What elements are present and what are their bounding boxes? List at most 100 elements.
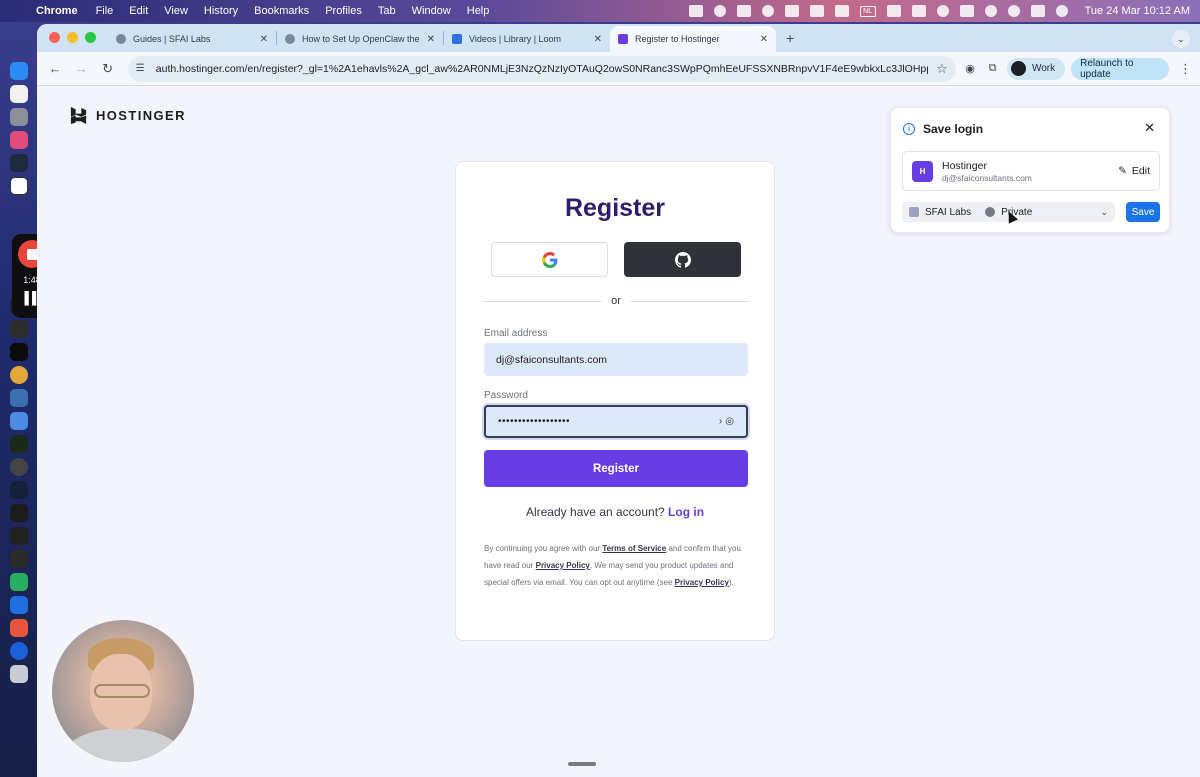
new-tab-button[interactable]: + [776, 30, 804, 52]
screen-mirror-icon[interactable] [688, 5, 703, 17]
close-tab-icon[interactable]: ✕ [260, 34, 268, 45]
google-signup-button[interactable] [491, 242, 608, 277]
menu-tab[interactable]: Tab [378, 5, 396, 17]
page-content: HOSTINGER Register or Email address dj@s… [37, 86, 1200, 777]
close-tab-icon[interactable]: ✕ [427, 34, 435, 45]
save-login-button[interactable]: Save [1126, 202, 1160, 222]
wifi-icon[interactable] [984, 5, 997, 17]
tablet-icon[interactable] [886, 5, 901, 17]
edit-login-button[interactable]: ✎ Edit [1118, 165, 1150, 177]
waveform-icon[interactable] [10, 435, 28, 453]
close-tab-icon[interactable]: ✕ [760, 34, 768, 45]
trash-icon[interactable] [10, 665, 28, 683]
menu-history[interactable]: History [204, 5, 238, 17]
profile-button[interactable]: Work [1006, 57, 1066, 80]
stats-app-icon[interactable] [10, 550, 28, 568]
password-label: Password [484, 390, 528, 401]
tab-register-hostinger[interactable]: Register to Hostinger ✕ [610, 26, 776, 52]
slack-icon[interactable] [10, 131, 28, 149]
privacy-policy-link[interactable]: Privacy Policy [536, 561, 590, 570]
login-entry-texts: Hostinger dj@sfaiconsultants.com [942, 160, 1109, 183]
show-password-eye-icon[interactable]: ◎ [725, 416, 734, 427]
menu-window[interactable]: Window [412, 5, 451, 17]
cloud-app-icon[interactable] [10, 389, 28, 407]
tab-search-chevron-icon[interactable]: ⌄ [1172, 30, 1190, 48]
close-popup-icon[interactable]: ✕ [1144, 120, 1155, 136]
terms-of-service-link[interactable]: Terms of Service [602, 544, 666, 553]
relaunch-to-update-button[interactable]: Relaunch to update [1071, 57, 1169, 80]
forward-button[interactable]: → [71, 58, 91, 80]
register-button[interactable]: Register [484, 450, 748, 487]
back-button[interactable]: ← [45, 58, 65, 80]
email-label: Email address [484, 328, 548, 339]
webcam-bubble[interactable] [52, 620, 194, 762]
menu-file[interactable]: File [96, 5, 114, 17]
extensions-puzzle-icon[interactable]: ⧉ [984, 60, 1001, 78]
1password-extension-icon[interactable]: ◉ [962, 60, 979, 78]
openai-icon[interactable] [10, 343, 28, 361]
hostinger-logo[interactable]: HOSTINGER [69, 106, 186, 125]
battery-icon[interactable] [959, 5, 974, 17]
menu-profiles[interactable]: Profiles [325, 5, 362, 17]
cube-app-icon[interactable] [10, 320, 28, 338]
notes-app-icon[interactable] [10, 412, 28, 430]
system-settings-icon[interactable] [10, 108, 28, 126]
claude-icon[interactable] [10, 619, 28, 637]
calendar-icon[interactable] [10, 85, 28, 103]
chrome-window: Guides | SFAI Labs ✕ How to Set Up OpenC… [37, 24, 1200, 777]
tab-loom[interactable]: Videos | Library | Loom ✕ [444, 26, 610, 52]
terminal-icon[interactable] [10, 527, 28, 545]
user-icon[interactable] [936, 5, 949, 17]
password-manager-icon[interactable] [761, 5, 774, 17]
tab-title: Guides | SFAI Labs [133, 34, 211, 44]
control-center-icon[interactable] [1030, 5, 1045, 17]
menu-app-chrome[interactable]: Chrome [36, 5, 78, 17]
cloud-sync-icon[interactable] [713, 5, 726, 17]
github-signup-button[interactable] [624, 242, 741, 277]
sphere-app-icon[interactable] [10, 458, 28, 476]
tab-guides[interactable]: Guides | SFAI Labs ✕ [108, 26, 276, 52]
siri-icon[interactable] [1055, 5, 1068, 17]
login-link[interactable]: Log in [668, 505, 704, 519]
close-tab-icon[interactable]: ✕ [594, 34, 602, 45]
menu-help[interactable]: Help [467, 5, 490, 17]
menu-view[interactable]: View [164, 5, 188, 17]
legal-text: ). [728, 578, 734, 587]
arc-app-icon[interactable] [10, 481, 28, 499]
chrome-icon[interactable] [10, 366, 28, 384]
bird-icon[interactable] [834, 5, 849, 17]
loom-icon [452, 34, 462, 44]
input-source-indicator[interactable]: NL [859, 5, 876, 17]
app-status-icon[interactable] [784, 5, 799, 17]
address-bar[interactable]: ☰ auth.hostinger.com/en/register?_gl=1%2… [127, 55, 956, 82]
password-field[interactable]: •••••••••••••••••• › ◎ [484, 405, 748, 438]
1password-icon[interactable] [10, 642, 28, 660]
tab-openclaw[interactable]: How to Set Up OpenClaw the ✕ [277, 26, 443, 52]
more-menu-icon[interactable]: ⋮ [1175, 61, 1192, 77]
zoom-window-button[interactable] [85, 32, 96, 43]
menubar-clock[interactable]: Tue 24 Mar 10:12 AM [1085, 5, 1190, 17]
minimize-window-button[interactable] [67, 32, 78, 43]
finder-icon[interactable] [10, 62, 28, 80]
spotlight-search-icon[interactable] [1007, 5, 1020, 17]
window-handle[interactable] [568, 762, 596, 766]
url-text[interactable]: auth.hostinger.com/en/register?_gl=1%2A1… [156, 63, 928, 75]
site-settings-icon[interactable]: ☰ [136, 63, 148, 74]
autofill-chevron-icon[interactable]: › [719, 416, 722, 427]
privacy-policy-link-2[interactable]: Privacy Policy [675, 578, 729, 587]
email-field[interactable]: dj@sfaiconsultants.com [484, 343, 748, 376]
notion-icon[interactable] [10, 177, 28, 195]
keyboard-maestro-icon[interactable] [911, 5, 926, 17]
password-value: •••••••••••••••••• [498, 416, 571, 427]
k-app-icon[interactable] [10, 504, 28, 522]
bookmark-star-icon[interactable]: ☆ [936, 61, 948, 77]
bluetooth-icon[interactable] [10, 596, 28, 614]
menu-edit[interactable]: Edit [129, 5, 148, 17]
app-icon[interactable] [10, 154, 28, 172]
numbers-icon[interactable] [10, 573, 28, 591]
menu-bookmarks[interactable]: Bookmarks [254, 5, 309, 17]
reload-button[interactable]: ↻ [98, 58, 118, 80]
close-window-button[interactable] [49, 32, 60, 43]
stats-icon[interactable] [736, 5, 751, 17]
grid-icon[interactable] [809, 5, 824, 17]
